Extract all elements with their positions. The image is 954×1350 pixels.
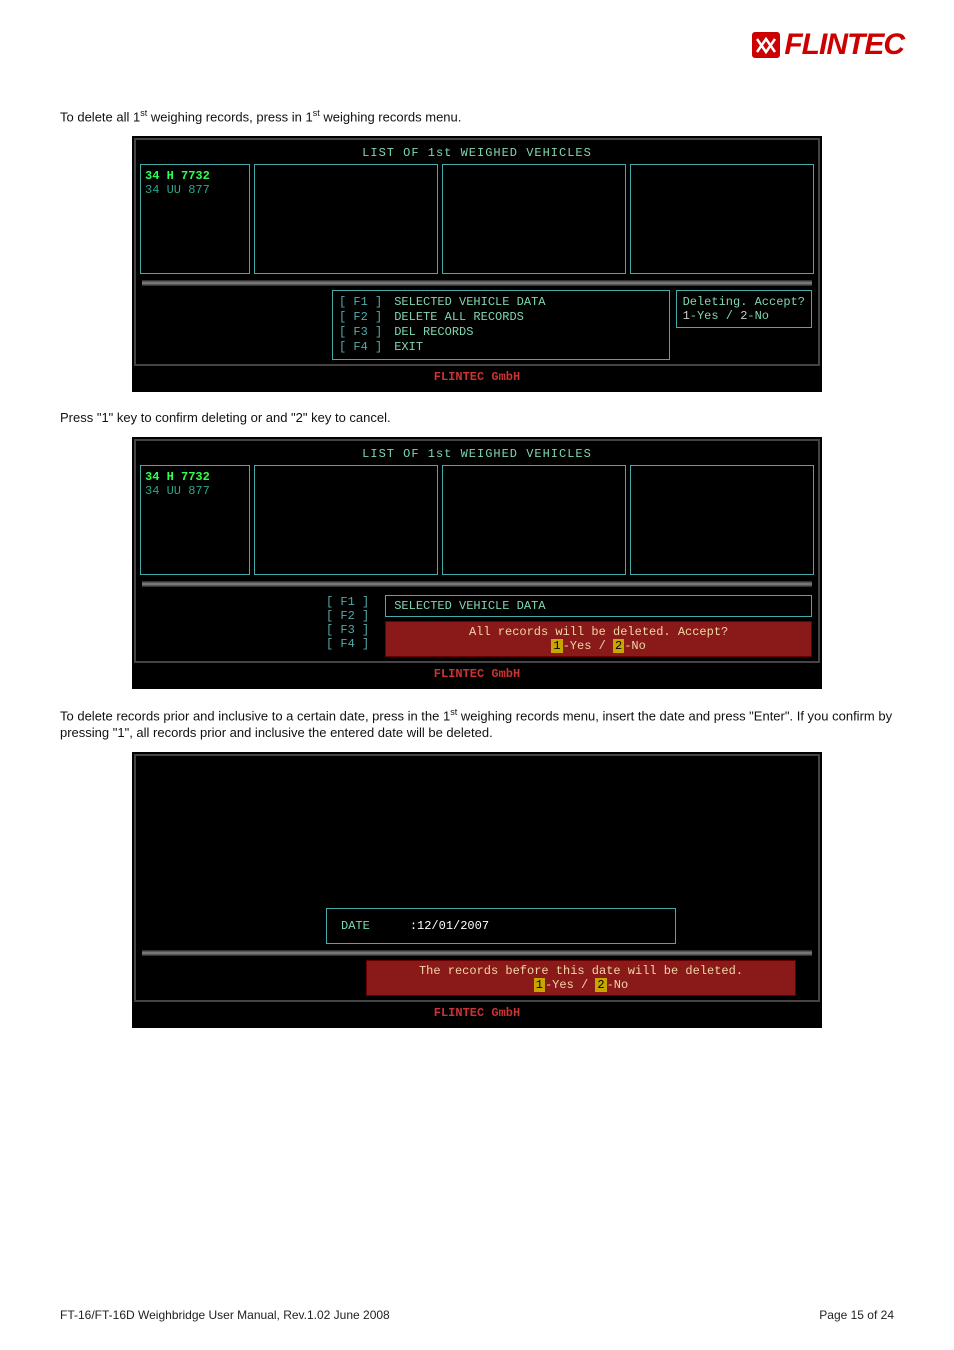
date-value: :12/01/2007 [410, 919, 489, 933]
plate-selected: 34 H 7732 [145, 470, 245, 484]
selected-vehicle-data-label: SELECTED VEHICLE DATA [385, 595, 812, 617]
confirm-panel: Deleting. Accept? 1-Yes / 2-No [676, 290, 812, 328]
para-2: Press "1" key to confirm deleting or and… [60, 410, 894, 427]
column-box [630, 164, 814, 274]
terminal-brand: FLINTEC GmbH [134, 1002, 820, 1026]
column-box [254, 164, 438, 274]
fkey-actions: SELECTED VEHICLE DATA DELETE ALL RECORDS… [394, 295, 545, 355]
divider [142, 581, 812, 587]
column-box [442, 164, 626, 274]
plate-item: 34 UU 877 [145, 183, 245, 197]
plate-list: 34 H 7732 34 UU 877 [140, 465, 250, 575]
delete-warning: All records will be deleted. Accept? 1-Y… [385, 621, 812, 657]
terminal-screenshot-1: LIST OF 1st WEIGHED VEHICLES 34 H 7732 3… [132, 136, 822, 392]
para-3: To delete records prior and inclusive to… [60, 707, 894, 742]
column-box [442, 465, 626, 575]
logo-icon [752, 32, 780, 58]
delete-before-date-warning: The records before this date will be del… [366, 960, 796, 996]
terminal-brand: FLINTEC GmbH [134, 663, 820, 687]
function-keys-panel: [ F1 ] [ F2 ] [ F3 ] [ F4 ] SELECTED VEH… [332, 290, 670, 360]
column-box [254, 465, 438, 575]
date-input-panel: DATE :12/01/2007 [326, 908, 676, 944]
terminal-title: LIST OF 1st WEIGHED VEHICLES [136, 140, 818, 162]
date-label: DATE [341, 919, 370, 933]
divider [142, 950, 812, 956]
column-box [630, 465, 814, 575]
plate-list: 34 H 7732 34 UU 877 [140, 164, 250, 274]
fkey-labels: [ F1 ] [ F2 ] [ F3 ] [ F4 ] [339, 295, 382, 355]
footer-left: FT-16/FT-16D Weighbridge User Manual, Re… [60, 1308, 390, 1322]
terminal-screenshot-3: DATE :12/01/2007 The records before this… [132, 752, 822, 1028]
terminal-title: LIST OF 1st WEIGHED VEHICLES [136, 441, 818, 463]
footer-right: Page 15 of 24 [819, 1308, 894, 1322]
plate-item: 34 UU 877 [145, 484, 245, 498]
page-footer: FT-16/FT-16D Weighbridge User Manual, Re… [60, 1308, 894, 1322]
divider [142, 280, 812, 286]
para-1: To delete all 1st weighing records, pres… [60, 108, 894, 126]
fkey-labels: [ F1 ] [ F2 ] [ F3 ] [ F4 ] [326, 595, 369, 651]
terminal-screenshot-2: LIST OF 1st WEIGHED VEHICLES 34 H 7732 3… [132, 437, 822, 689]
plate-selected: 34 H 7732 [145, 169, 245, 183]
brand-logo: FLINTEC [752, 28, 904, 62]
terminal-brand: FLINTEC GmbH [134, 366, 820, 390]
logo-text: FLINTEC [784, 28, 904, 62]
